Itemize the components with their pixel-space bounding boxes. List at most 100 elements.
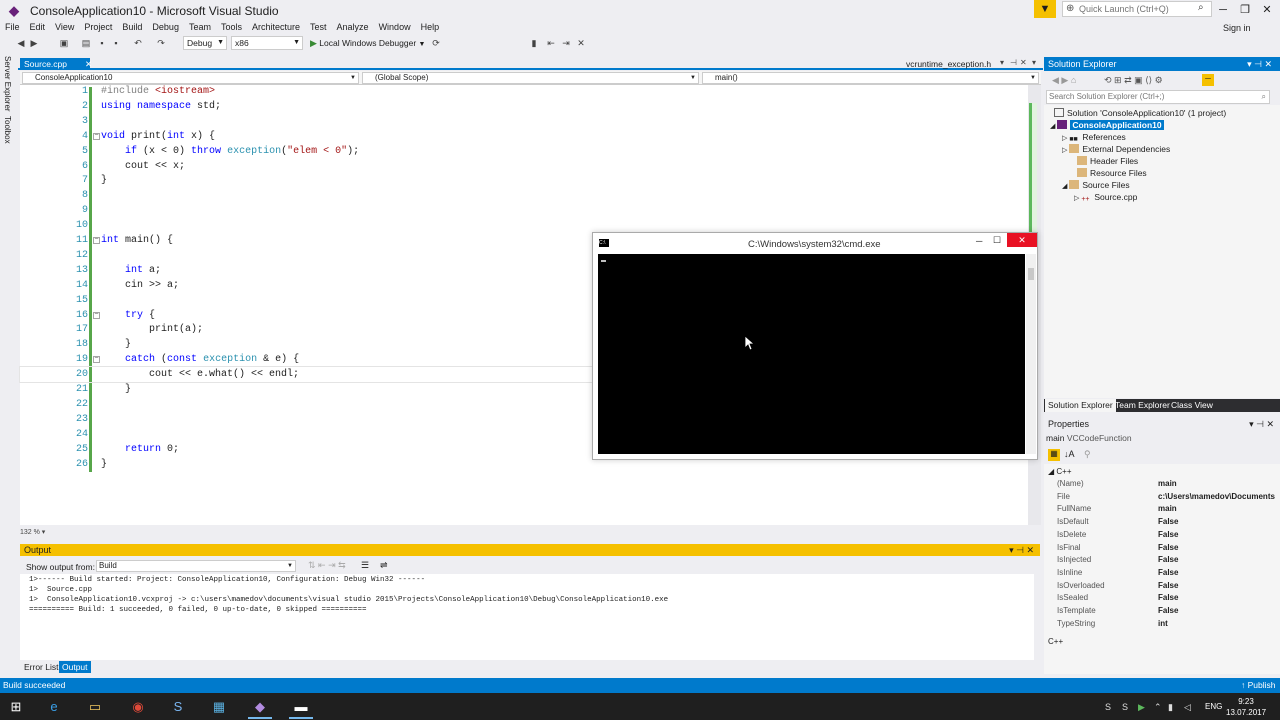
categorized-icon[interactable]: ▦ <box>1048 449 1060 461</box>
tab-team-explorer[interactable]: Team Explorer <box>1112 399 1173 412</box>
menu-test[interactable]: Test <box>305 20 332 34</box>
code-line[interactable]: 3 <box>20 114 1020 129</box>
property-row[interactable]: TypeString int <box>1057 618 1277 630</box>
property-row[interactable]: IsSealed False <box>1057 592 1277 604</box>
undo-icon[interactable]: ↶ <box>132 37 144 49</box>
pin-icon[interactable]: ⊣ <box>1010 58 1017 67</box>
close-icon[interactable]: ▾ ⊣ ✕ <box>1249 418 1274 430</box>
member-nav-select[interactable]: main() ▼ <box>702 72 1039 84</box>
tab-output[interactable]: Output <box>59 661 91 673</box>
code-line[interactable]: 4− void print(int x) { <box>20 129 1020 144</box>
publish-button[interactable]: ↑ Publish <box>1241 678 1276 693</box>
back-icon[interactable]: ◀ <box>15 37 27 49</box>
solution-search-input[interactable]: Search Solution Explorer (Ctrl+;) ⌕ <box>1046 90 1270 104</box>
notification-filter-icon[interactable]: ▼ <box>1034 0 1056 18</box>
menu-team[interactable]: Team <box>184 20 216 34</box>
code-line[interactable]: 10 <box>20 218 1020 233</box>
preview-selected-icon[interactable]: ─ <box>1202 74 1214 86</box>
tab-vcruntime-exception[interactable]: vcruntime_exception.h <box>906 58 991 70</box>
search-icon[interactable]: ⌕ <box>1262 91 1266 103</box>
bookmark-next-icon[interactable]: ⇥ <box>560 37 572 49</box>
back-icon[interactable]: ◀ ▶ ⌂ <box>1052 75 1076 86</box>
scope-nav-select[interactable]: (Global Scope) ▼ <box>362 72 699 84</box>
search-icon[interactable]: ⌕ <box>1198 2 1204 13</box>
tree-item-source-cpp[interactable]: ▷ ++ Source.cpp <box>1074 191 1137 205</box>
property-row[interactable]: IsFinal False <box>1057 542 1277 554</box>
quick-launch-input[interactable] <box>1063 2 1183 16</box>
code-line[interactable]: 8 <box>20 188 1020 203</box>
screen-recorder-icon[interactable]: S <box>166 695 190 719</box>
new-project-icon[interactable]: ▣ <box>58 37 70 49</box>
property-row[interactable]: IsOverloaded False <box>1057 580 1277 592</box>
menu-window[interactable]: Window <box>374 20 416 34</box>
cmd-taskbar-icon[interactable]: ▬ <box>289 695 313 719</box>
cmd-close-button[interactable]: ✕ <box>1007 233 1037 247</box>
menu-edit[interactable]: Edit <box>25 20 51 34</box>
cmd-scroll-thumb[interactable] <box>1028 268 1034 280</box>
property-row[interactable]: IsInline False <box>1057 567 1277 579</box>
save-all-icon[interactable]: ▪ <box>110 37 122 49</box>
property-row[interactable]: IsInjected False <box>1057 554 1277 566</box>
solution-explorer-header[interactable]: Solution Explorer ▾ ⊣ ✕ <box>1044 57 1280 71</box>
save-icon[interactable]: ▪ <box>96 37 108 49</box>
menu-tools[interactable]: Tools <box>216 20 247 34</box>
tab-solution-explorer[interactable]: Solution Explorer <box>1045 399 1116 412</box>
solution-configuration-select[interactable]: Debug ▼ <box>183 36 227 50</box>
tree-item-header-files[interactable]: Header Files <box>1077 155 1138 167</box>
menu-view[interactable]: View <box>50 20 79 34</box>
properties-category[interactable]: ◢ C++ <box>1048 467 1072 476</box>
close-icon[interactable]: ▾ ⊣ ✕ <box>1247 57 1272 71</box>
quick-launch-box[interactable] <box>1062 1 1212 17</box>
close-window-button[interactable]: ✕ <box>1256 2 1278 18</box>
tab-dropdown-icon[interactable]: ▾ <box>1000 58 1004 67</box>
collapse-icon[interactable]: − <box>93 132 100 140</box>
close-icon[interactable]: ✕ <box>1020 58 1027 67</box>
tray-play-icon[interactable]: ▶ <box>1138 702 1145 713</box>
property-row[interactable]: FullName main <box>1057 503 1277 515</box>
tray-app-icon[interactable]: S <box>1105 702 1111 712</box>
tree-item-resource-files[interactable]: Resource Files <box>1077 167 1147 179</box>
project-nav-select[interactable]: ConsoleApplication10 ▼ <box>22 72 359 84</box>
output-text-area[interactable]: 1>------ Build started: Project: Console… <box>20 574 1034 660</box>
forward-icon[interactable]: ▶ <box>28 37 40 49</box>
code-line[interactable]: 2 using namespace std; <box>20 99 1020 114</box>
collapse-icon[interactable]: − <box>93 237 100 244</box>
sync-icon[interactable]: ⟲ ⊞ ⇄ ▣ ⟨⟩ ⚙ <box>1104 75 1163 86</box>
file-explorer-icon[interactable]: ▭ <box>83 695 107 719</box>
chrome-icon[interactable]: ◉ <box>126 695 150 719</box>
skype-tray-icon[interactable]: S <box>1122 702 1128 712</box>
alphabetical-icon[interactable]: ↓A <box>1064 449 1075 459</box>
output-source-select[interactable]: Build ▼ <box>96 560 296 572</box>
tab-source-cpp[interactable]: Source.cpp ✕ <box>20 58 92 70</box>
properties-object-select[interactable]: main VCCodeFunction <box>1046 433 1132 443</box>
cmd-scrollbar[interactable] <box>1026 254 1036 454</box>
property-row[interactable]: IsDefault False <box>1057 516 1277 528</box>
tree-item-solution[interactable]: Solution 'ConsoleApplication10' (1 proje… <box>1054 107 1226 119</box>
close-icon[interactable]: ✕ <box>85 59 92 69</box>
browser-link-icon[interactable]: ⟳ <box>430 37 442 49</box>
property-row[interactable]: IsTemplate False <box>1057 605 1277 617</box>
open-file-icon[interactable]: ▤ <box>80 37 92 49</box>
tab-server-explorer[interactable]: Server Explorer <box>3 56 12 112</box>
menu-file[interactable]: File <box>0 20 25 34</box>
tab-class-view[interactable]: Class View <box>1168 399 1216 412</box>
volume-icon[interactable]: ◁ <box>1184 702 1191 713</box>
collapse-icon[interactable]: − <box>93 356 100 364</box>
edge-browser-icon[interactable]: e <box>42 695 66 719</box>
cmd-maximize-button[interactable]: ☐ <box>993 235 1001 246</box>
menu-architecture[interactable]: Architecture <box>247 20 305 34</box>
property-row[interactable]: (Name) main <box>1057 478 1277 490</box>
app-icon[interactable]: ▦ <box>207 695 231 719</box>
input-language[interactable]: ENG <box>1205 702 1222 711</box>
redo-icon[interactable]: ↷ <box>155 37 167 49</box>
clock[interactable]: 9:23 13.07.2017 <box>1226 696 1266 718</box>
cmd-console-window[interactable]: C:\ C:\Windows\system32\cmd.exe ─ ☐ ✕ <box>592 232 1038 460</box>
menu-analyze[interactable]: Analyze <box>332 20 374 34</box>
property-row[interactable]: IsDelete False <box>1057 529 1277 541</box>
bookmark-prev-icon[interactable]: ⇤ <box>545 37 557 49</box>
solution-platform-select[interactable]: x86 ▼ <box>231 36 303 50</box>
clear-bookmarks-icon[interactable]: ✕ <box>575 37 587 49</box>
cmd-minimize-button[interactable]: ─ <box>976 236 982 246</box>
visual-studio-taskbar-icon[interactable]: ◆ <box>248 695 272 719</box>
menu-help[interactable]: Help <box>416 20 445 34</box>
